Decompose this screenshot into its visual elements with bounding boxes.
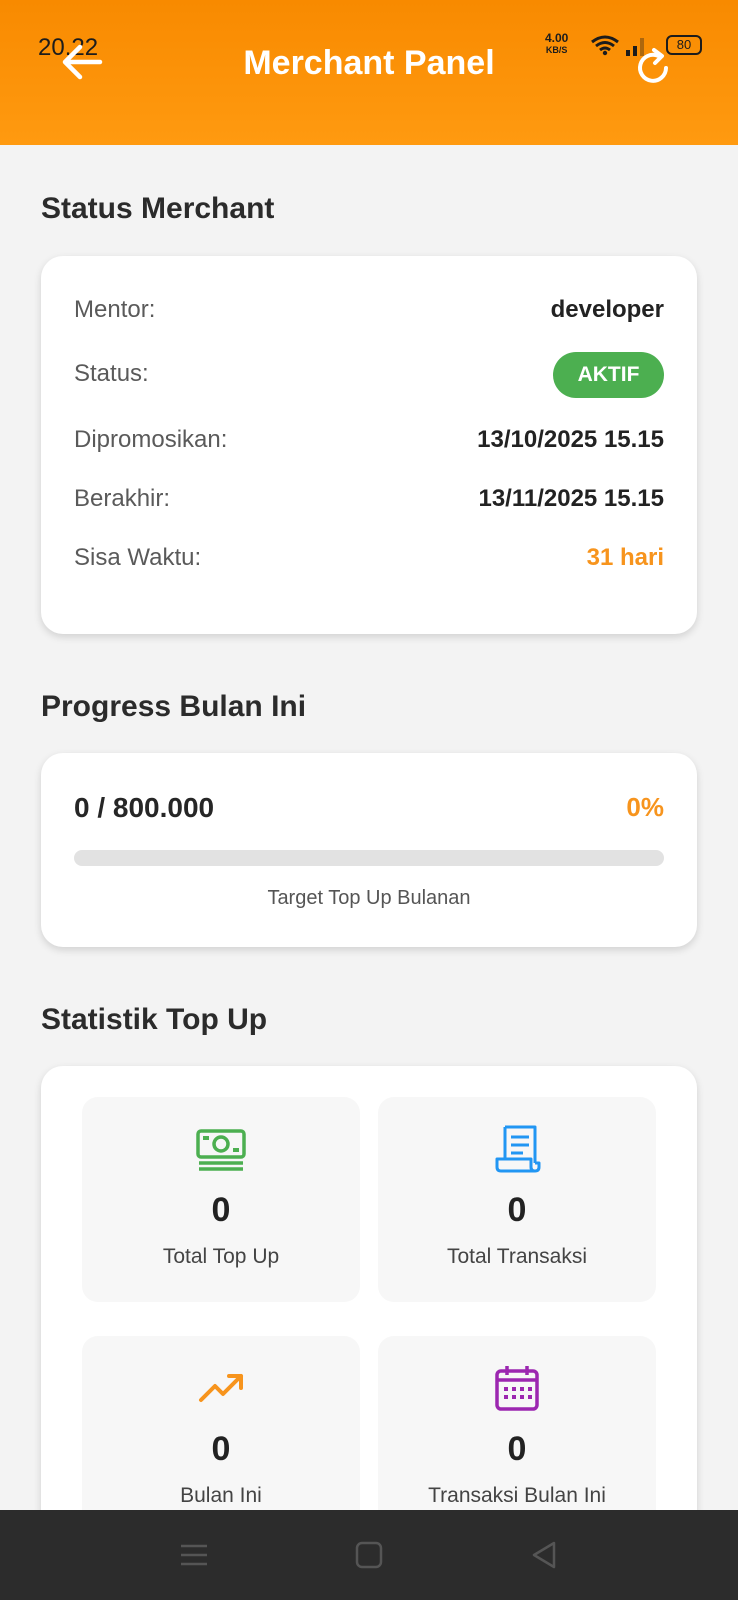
mentor-label: Mentor: xyxy=(74,296,156,323)
expires-value: 13/11/2025 15.15 xyxy=(478,485,664,512)
stat-label: Bulan Ini xyxy=(180,1484,262,1507)
promoted-label: Dipromosikan: xyxy=(74,426,228,453)
stat-label: Total Top Up xyxy=(162,1245,280,1268)
stat-value: 0 xyxy=(507,1191,527,1229)
remaining-label: Sisa Waktu: xyxy=(74,544,202,571)
stat-value: 0 xyxy=(211,1430,231,1468)
screen: 20.22 4.00 KB/S 80 Merchant Panel Status… xyxy=(0,0,738,1600)
progress-caption: Target Top Up Bulanan xyxy=(267,887,471,909)
promoted-row: Dipromosikan: 13/10/2025 15.15 xyxy=(74,426,664,462)
promoted-value: 13/10/2025 15.15 xyxy=(477,426,664,453)
mentor-value: developer xyxy=(550,296,664,323)
stat-value: 0 xyxy=(507,1430,527,1468)
remaining-value: 31 hari xyxy=(586,544,664,571)
speed-value: 4.00 xyxy=(545,31,569,45)
page-title: Merchant Panel xyxy=(243,44,495,82)
status-row: Status: AKTIF xyxy=(74,352,664,398)
trending-up-icon xyxy=(199,1374,243,1402)
back-triangle-icon[interactable] xyxy=(527,1540,561,1570)
stats-section-title: Statistik Top Up xyxy=(41,1003,268,1036)
receipt-icon xyxy=(495,1125,541,1173)
mentor-row: Mentor: developer xyxy=(74,296,664,332)
progress-amount: 0 / 800.000 xyxy=(74,792,215,823)
stat-label: Transaksi Bulan Ini xyxy=(428,1484,606,1507)
stat-value: 0 xyxy=(211,1191,231,1229)
status-section-title: Status Merchant xyxy=(41,192,275,225)
home-square-icon[interactable] xyxy=(352,1540,386,1570)
expires-row: Berakhir: 13/11/2025 15.15 xyxy=(74,485,664,521)
remaining-row: Sisa Waktu: 31 hari xyxy=(74,544,664,580)
status-card: Mentor: developer Status: AKTIF Dipromos… xyxy=(41,256,697,634)
expires-label: Berakhir: xyxy=(74,485,171,512)
stats-card: 0 Total Top Up 0 Total Transaksi 0 Bulan… xyxy=(41,1066,697,1586)
progress-section-title: Progress Bulan Ini xyxy=(41,690,307,723)
status-badge: AKTIF xyxy=(553,352,664,398)
money-icon xyxy=(196,1129,246,1171)
progress-bar xyxy=(74,850,664,866)
menu-icon[interactable] xyxy=(177,1540,211,1570)
stat-label: Total Transaksi xyxy=(446,1245,588,1268)
progress-percent: 0% xyxy=(626,792,664,822)
status-label: Status: xyxy=(74,360,149,387)
system-nav-bar xyxy=(0,1510,738,1600)
stat-total-topup: 0 Total Top Up xyxy=(82,1097,360,1302)
progress-card: 0 / 800.000 0% Target Top Up Bulanan xyxy=(41,753,697,947)
calendar-icon xyxy=(495,1366,539,1411)
stat-total-transaksi: 0 Total Transaksi xyxy=(378,1097,656,1302)
refresh-icon[interactable] xyxy=(632,46,676,90)
app-header: 20.22 4.00 KB/S 80 Merchant Panel xyxy=(0,0,738,145)
